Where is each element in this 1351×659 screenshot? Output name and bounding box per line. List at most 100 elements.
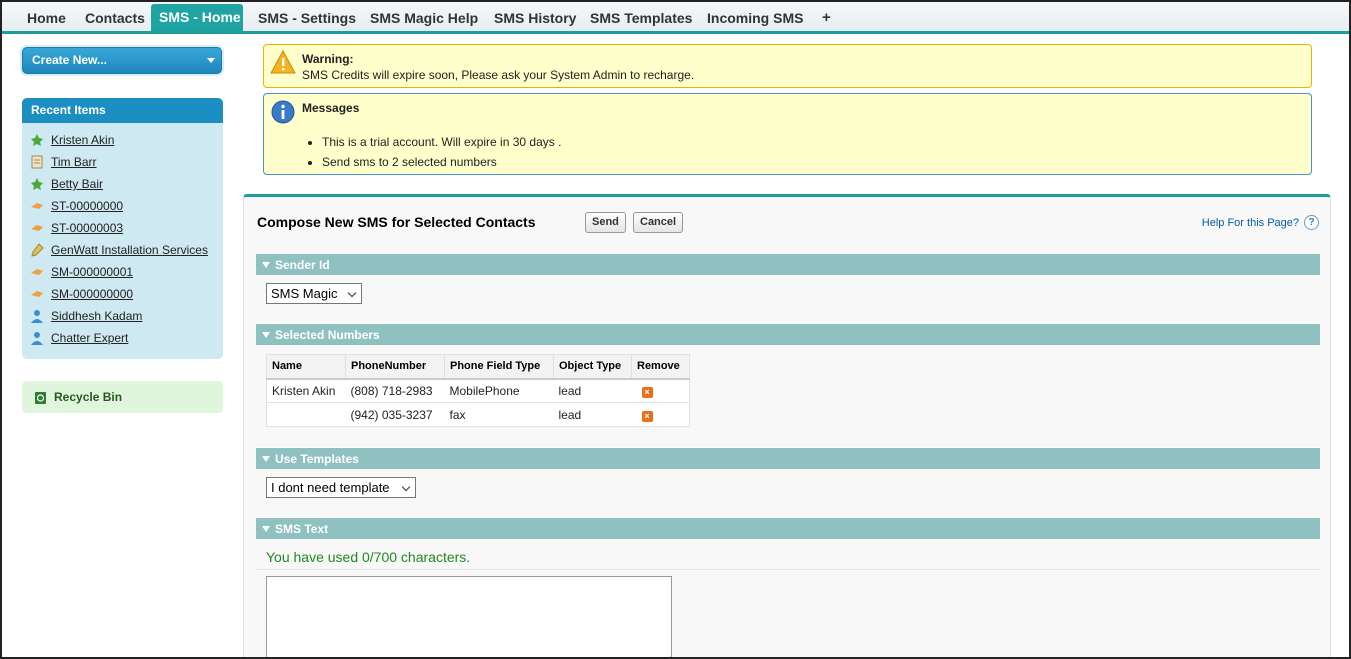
divider (256, 569, 1320, 570)
create-new-label: Create New... (32, 53, 107, 67)
recent-item-label: Tim Barr (51, 155, 97, 169)
sender-id-select[interactable]: SMS Magic (266, 283, 362, 304)
use-templates-section[interactable]: Use Templates (256, 447, 1320, 469)
recent-item-label: ST-00000000 (51, 199, 124, 213)
section-label: Selected Numbers (275, 328, 380, 342)
recent-item[interactable]: Siddhesh Kadam (22, 305, 223, 327)
template-select[interactable]: I dont need template (266, 477, 416, 498)
sender-id-value: SMS Magic (271, 286, 338, 301)
caret-down-icon (207, 58, 215, 63)
recent-item[interactable]: Tim Barr (22, 151, 223, 173)
recent-item-label: Betty Bair (51, 177, 104, 191)
cancel-button[interactable]: Cancel (633, 212, 684, 233)
warning-text: SMS Credits will expire soon, Please ask… (302, 68, 695, 82)
sender-id-section[interactable]: Sender Id (256, 253, 1320, 275)
cell-field-type: MobilePhone (444, 378, 554, 403)
recent-item[interactable]: SM-000000000 (22, 283, 223, 305)
collapse-triangle-icon (262, 262, 270, 268)
template-value: I dont need template (271, 480, 390, 495)
tab-sms-magic-help[interactable]: SMS Magic Help (362, 7, 486, 29)
recent-item[interactable]: GenWatt Installation Services (22, 239, 223, 261)
recent-item-label: SM-000000000 (51, 287, 134, 301)
lead-icon (31, 134, 43, 146)
messages-list: This is a trial account. Will expire in … (322, 135, 561, 175)
column-header: PhoneNumber (345, 354, 445, 380)
contact-card-icon (31, 155, 43, 169)
recent-item[interactable]: SM-000000001 (22, 261, 223, 283)
sms-text-input[interactable] (266, 576, 672, 657)
app-window: Home Contacts SMS - Home SMS - Settings … (0, 0, 1351, 659)
tab-sms-history[interactable]: SMS History (486, 7, 584, 29)
table-row: (942) 035-3237 fax lead × (266, 402, 690, 427)
help-link[interactable]: Help For this Page? (1202, 217, 1299, 229)
user-icon (31, 310, 43, 323)
info-messages: Messages This is a trial account. Will e… (263, 93, 1312, 175)
recent-items-header: Recent Items (22, 98, 223, 123)
recent-item-label: SM-000000001 (51, 265, 134, 279)
info-icon (271, 100, 295, 124)
cell-phone: (942) 035-3237 (345, 402, 445, 427)
section-label: Sender Id (275, 258, 330, 272)
character-counter: You have used 0/700 characters. (266, 549, 471, 565)
message-item: Send sms to 2 selected numbers (322, 155, 561, 175)
selected-numbers-table: Name PhoneNumber Phone Field Type Object… (266, 354, 690, 427)
recent-item[interactable]: ST-00000003 (22, 217, 223, 239)
chevron-down-icon (347, 288, 357, 298)
custom-object-icon (31, 291, 43, 297)
collapse-triangle-icon (262, 526, 270, 532)
column-header: Phone Field Type (444, 354, 554, 380)
sms-text-section[interactable]: SMS Text (256, 517, 1320, 539)
recycle-bin-icon (35, 392, 46, 404)
custom-object-icon (31, 269, 43, 275)
recent-item[interactable]: Kristen Akin (22, 129, 223, 151)
recent-item-label: Siddhesh Kadam (51, 309, 143, 323)
create-new-button[interactable]: Create New... (22, 47, 222, 74)
tab-incoming-sms[interactable]: Incoming SMS (699, 7, 811, 29)
recent-item[interactable]: Betty Bair (22, 173, 223, 195)
section-label: SMS Text (275, 522, 329, 536)
tab-home[interactable]: Home (19, 7, 74, 29)
cell-remove: × (631, 378, 690, 403)
recent-item[interactable]: ST-00000000 (22, 195, 223, 217)
recycle-bin-link[interactable]: Recycle Bin (22, 381, 223, 413)
column-header: Object Type (553, 354, 632, 380)
cell-name (266, 402, 346, 427)
recent-items-list: Kristen Akin Tim Barr Betty Bair ST-0000… (22, 123, 223, 359)
help-icon[interactable]: ? (1304, 215, 1319, 230)
remove-icon[interactable]: × (641, 386, 653, 398)
warning-title: Warning: (302, 52, 354, 66)
page-title: Compose New SMS for Selected Contacts (257, 214, 536, 230)
cell-object-type: lead (553, 402, 632, 427)
collapse-triangle-icon (262, 456, 270, 462)
selected-numbers-section[interactable]: Selected Numbers (256, 323, 1320, 345)
recent-item[interactable]: Chatter Expert (22, 327, 223, 349)
user-icon (31, 332, 43, 345)
recent-item-label: ST-00000003 (51, 221, 124, 235)
cell-name: Kristen Akin (266, 378, 346, 403)
tab-sms-settings[interactable]: SMS - Settings (250, 7, 364, 29)
chevron-down-icon (401, 482, 411, 492)
tab-sms-home[interactable]: SMS - Home (151, 4, 243, 31)
recent-item-label: Chatter Expert (51, 331, 129, 345)
table-row: Kristen Akin (808) 718-2983 MobilePhone … (266, 378, 690, 403)
tab-contacts[interactable]: Contacts (77, 7, 153, 29)
section-label: Use Templates (275, 452, 359, 466)
opportunity-icon (31, 243, 44, 257)
tab-sms-templates[interactable]: SMS Templates (582, 7, 700, 29)
cell-field-type: fax (444, 402, 554, 427)
send-button[interactable]: Send (585, 212, 626, 233)
recent-item-label: GenWatt Installation Services (51, 243, 208, 257)
warning-icon (270, 50, 296, 74)
cell-object-type: lead (553, 378, 632, 403)
compose-panel: Compose New SMS for Selected Contacts Se… (243, 194, 1331, 657)
remove-icon[interactable]: × (641, 410, 653, 422)
messages-title: Messages (302, 101, 360, 115)
column-header: Remove (631, 354, 690, 380)
add-tab-icon[interactable]: + (814, 7, 839, 29)
tab-bar: Home Contacts SMS - Home SMS - Settings … (2, 2, 1349, 34)
custom-object-icon (31, 203, 43, 209)
message-item: This is a trial account. Will expire in … (322, 135, 561, 155)
cell-phone: (808) 718-2983 (345, 378, 445, 403)
custom-object-icon (31, 225, 43, 231)
lead-icon (31, 178, 43, 190)
